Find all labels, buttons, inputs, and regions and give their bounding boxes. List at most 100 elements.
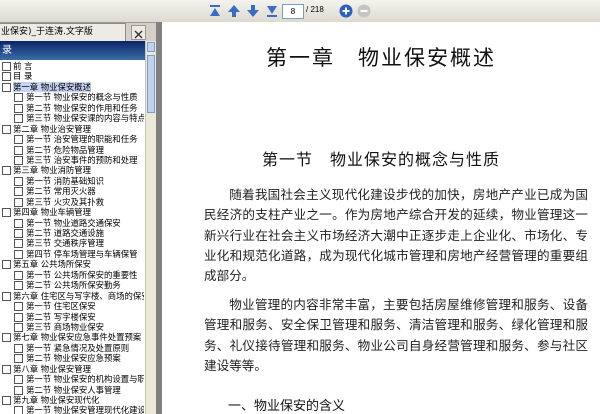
bookmark-label: 第三节 物业保安课的内容与特点 — [26, 113, 144, 124]
document-tab-title[interactable]: 业保安)_于连涛.文字版 — [0, 23, 126, 42]
expand-box-icon[interactable] — [2, 396, 11, 405]
expand-box-icon[interactable] — [2, 72, 11, 82]
bookmark-item[interactable]: 第一节 物业道路交通保安 — [0, 218, 144, 228]
expand-box-icon[interactable] — [14, 155, 23, 165]
expand-box-icon[interactable] — [14, 375, 23, 385]
bookmark-item[interactable]: 第三节 交通秩序管理 — [0, 238, 144, 249]
expand-box-icon[interactable] — [2, 291, 11, 301]
previous-page-icon-graphic — [228, 5, 240, 17]
zoom-out-icon[interactable] — [356, 3, 372, 19]
last-page-icon[interactable] — [264, 3, 280, 19]
bookmark-label: 第五章 公共场所保安 — [13, 259, 92, 270]
toolbar: 8 / 218 — [0, 0, 600, 23]
bookmark-item[interactable]: 第三节 商场物业保安 — [0, 322, 144, 332]
bookmark-item[interactable]: 第二节 危险物品管理 — [0, 145, 144, 155]
previous-page-icon[interactable] — [226, 3, 242, 19]
bookmark-label: 第三节 商场物业保安 — [26, 321, 105, 332]
next-page-icon[interactable] — [245, 3, 261, 19]
bookmark-item[interactable]: 第一节 物业保安的机构设置与职责 — [0, 374, 144, 385]
bookmark-item[interactable]: 目 录 — [0, 71, 144, 82]
expand-box-icon[interactable] — [2, 260, 11, 270]
document-page: 第一章 物业保安概述 第一节 物业保安的概念与性质 随着我国社会主义现代化建设步… — [162, 22, 600, 414]
bookmark-label: 第一节 治安管理的职能和任务 — [26, 134, 138, 145]
sidebar-scrollbar[interactable] — [145, 41, 156, 414]
bookmark-label: 第四节 停车场管理与车辆保管 — [26, 248, 138, 259]
expand-box-icon[interactable] — [14, 114, 23, 124]
bookmark-label: 第一节 物业保安的概念与性质 — [26, 92, 138, 103]
bookmark-item[interactable]: 第一节 消防基础知识 — [0, 176, 144, 186]
bookmark-item[interactable]: 第二章 物业治安管理 — [0, 124, 144, 134]
expand-box-icon[interactable] — [14, 322, 23, 332]
bookmark-item[interactable]: 第一节 物业保安的概念与性质 — [0, 92, 144, 103]
bookmark-item[interactable]: 第二节 公共场所保安勤务 — [0, 280, 144, 291]
scroll-up-arrow[interactable] — [147, 42, 155, 52]
expand-box-icon[interactable] — [14, 103, 23, 113]
bookmark-label: 第二节 物业保安的作用和任务 — [26, 102, 138, 113]
bookmark-label: 第二章 物业治安管理 — [13, 123, 92, 134]
bookmark-item[interactable]: 前 言 — [0, 61, 144, 71]
bookmark-item[interactable]: 第一节 治安管理的职能和任务 — [0, 134, 144, 145]
bookmark-label: 第二节 写字楼保安 — [26, 311, 96, 322]
expand-box-icon[interactable] — [14, 281, 23, 291]
bookmark-item[interactable]: 第四节 停车场管理与车辆保管 — [0, 249, 144, 259]
zoom-in-icon[interactable] — [338, 3, 354, 19]
bookmark-item[interactable]: 第一节 公共场所保安的重要性 — [0, 270, 144, 280]
first-page-icon[interactable] — [207, 3, 223, 19]
expand-box-icon[interactable] — [14, 187, 23, 197]
bookmark-item[interactable]: 第七章 物业保安应急事件处置预案 — [0, 332, 144, 343]
bookmark-item[interactable]: 第四章 物业车辆管理 — [0, 207, 144, 218]
bookmark-item[interactable]: 第一章 物业保安概述 — [0, 81, 144, 93]
bookmark-item[interactable]: 第二节 物业保安人事管理 — [0, 385, 144, 395]
expand-box-icon[interactable] — [2, 82, 11, 92]
bookmark-item[interactable]: 第一节 紧急情况及处置原则 — [0, 343, 144, 353]
bookmark-item[interactable]: 第二节 常用灭火器 — [0, 186, 144, 197]
bookmark-item[interactable]: 第九章 物业保安现代化 — [0, 395, 144, 405]
expand-box-icon[interactable] — [14, 343, 23, 353]
expand-box-icon[interactable] — [14, 218, 23, 228]
bookmark-item[interactable]: 第三节 治安事件的预防和处理 — [0, 155, 144, 165]
expand-box-icon[interactable] — [14, 197, 23, 207]
scroll-thumb[interactable] — [147, 55, 155, 113]
expand-box-icon[interactable] — [14, 385, 23, 395]
expand-box-icon[interactable] — [14, 176, 23, 186]
last-page-icon-graphic — [267, 6, 277, 17]
expand-box-icon[interactable] — [2, 166, 11, 176]
expand-box-icon[interactable] — [2, 333, 11, 343]
expand-box-icon[interactable] — [2, 364, 11, 374]
expand-box-icon[interactable] — [14, 354, 23, 364]
expand-box-icon[interactable] — [14, 135, 23, 145]
bookmark-label: 第三节 治安事件的预防和处理 — [26, 154, 138, 165]
bookmark-item[interactable]: 第五章 公共场所保安 — [0, 259, 144, 270]
bookmark-label: 第一节 物业道路交通保安 — [26, 217, 121, 228]
bookmark-item[interactable]: 第三节 物业保安课的内容与特点 — [0, 113, 144, 124]
section-title: 第一节 物业保安的概念与性质 — [261, 150, 500, 169]
close-panel-button[interactable] — [131, 25, 146, 40]
bookmark-item[interactable]: 第二节 写字楼保安 — [0, 312, 144, 322]
expand-box-icon[interactable] — [14, 406, 23, 414]
expand-box-icon[interactable] — [14, 229, 23, 238]
expand-box-icon[interactable] — [2, 124, 11, 134]
bookmark-item[interactable]: 第八章 物业保安管理 — [0, 364, 144, 374]
bookmark-item[interactable]: 第三章 物业消防管理 — [0, 165, 144, 176]
expand-box-icon[interactable] — [14, 145, 23, 155]
expand-box-icon[interactable] — [14, 93, 23, 103]
bookmark-item[interactable]: 第二节 物业保安应急预案 — [0, 353, 144, 364]
expand-box-icon[interactable] — [2, 62, 11, 71]
expand-box-icon[interactable] — [14, 302, 23, 312]
expand-box-icon[interactable] — [14, 270, 23, 280]
bookmark-item[interactable]: 第二节 道路交通设施 — [0, 228, 144, 238]
bookmark-item[interactable]: 第六章 住宅区与写字楼、商场的保安 — [0, 291, 144, 301]
expand-box-icon[interactable] — [14, 249, 23, 259]
bookmark-tree: 前 言目 录第一章 物业保安概述 第一节 物业保安的概念与性质 第二节 物业保安的作… — [0, 61, 144, 414]
paragraph: 随着我国社会主义现代化建设步伐的加快，房地产产业已成为国民经济的支柱产业之一。作… — [204, 187, 588, 284]
bookmark-label: 第八章 物业保安管理 — [13, 363, 92, 374]
expand-box-icon[interactable] — [14, 239, 23, 249]
expand-box-icon[interactable] — [2, 208, 11, 218]
bookmark-label: 第一节 物业保安管理现代化建设 — [26, 405, 144, 414]
bookmark-item[interactable]: 第一节 物业保安管理现代化建设 — [0, 405, 144, 414]
bookmark-item[interactable]: 第一节 住宅区保安 — [0, 301, 144, 312]
expand-box-icon[interactable] — [14, 312, 23, 322]
bookmark-item[interactable]: 第二节 物业保安的作用和任务 — [0, 103, 144, 113]
page-number-input[interactable]: 8 — [282, 4, 304, 19]
bookmark-item[interactable]: 第三节 火灾及其扑救 — [0, 197, 144, 207]
